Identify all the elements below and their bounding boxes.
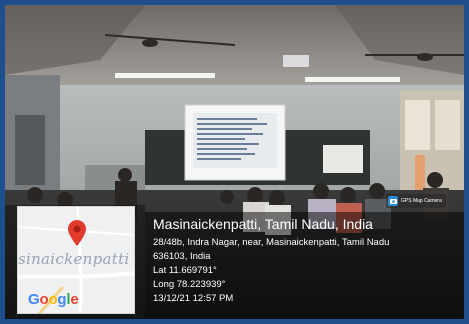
longitude-text: Long 78.223939° [153,279,226,290]
google-logo: Google [28,291,79,308]
location-title: Masinaickenpatti, Tamil Nadu, India [153,216,373,232]
address-line-2: 636103, India [153,251,211,262]
google-logo-letter: e [70,291,79,308]
badge-label: GPS Map Camera [401,198,442,204]
location-map-thumbnail[interactable]: sinaickenpatti Google [17,206,135,314]
camera-icon [388,196,398,206]
location-info-panel: Masinaickenpatti, Tamil Nadu, India 28/4… [145,212,464,314]
address-line-1: 28/48b, Indra Nagar, near, Masinaickenpa… [153,237,390,248]
map-pin-icon [68,220,86,246]
gps-map-camera-badge: GPS Map Camera [386,194,446,208]
latitude-text: Lat 11.669791° [153,265,217,276]
map-place-label: sinaickenpatti [18,250,130,268]
datetime-text: 13/12/21 12:57 PM [153,293,234,304]
google-logo-letter: G [28,291,40,308]
